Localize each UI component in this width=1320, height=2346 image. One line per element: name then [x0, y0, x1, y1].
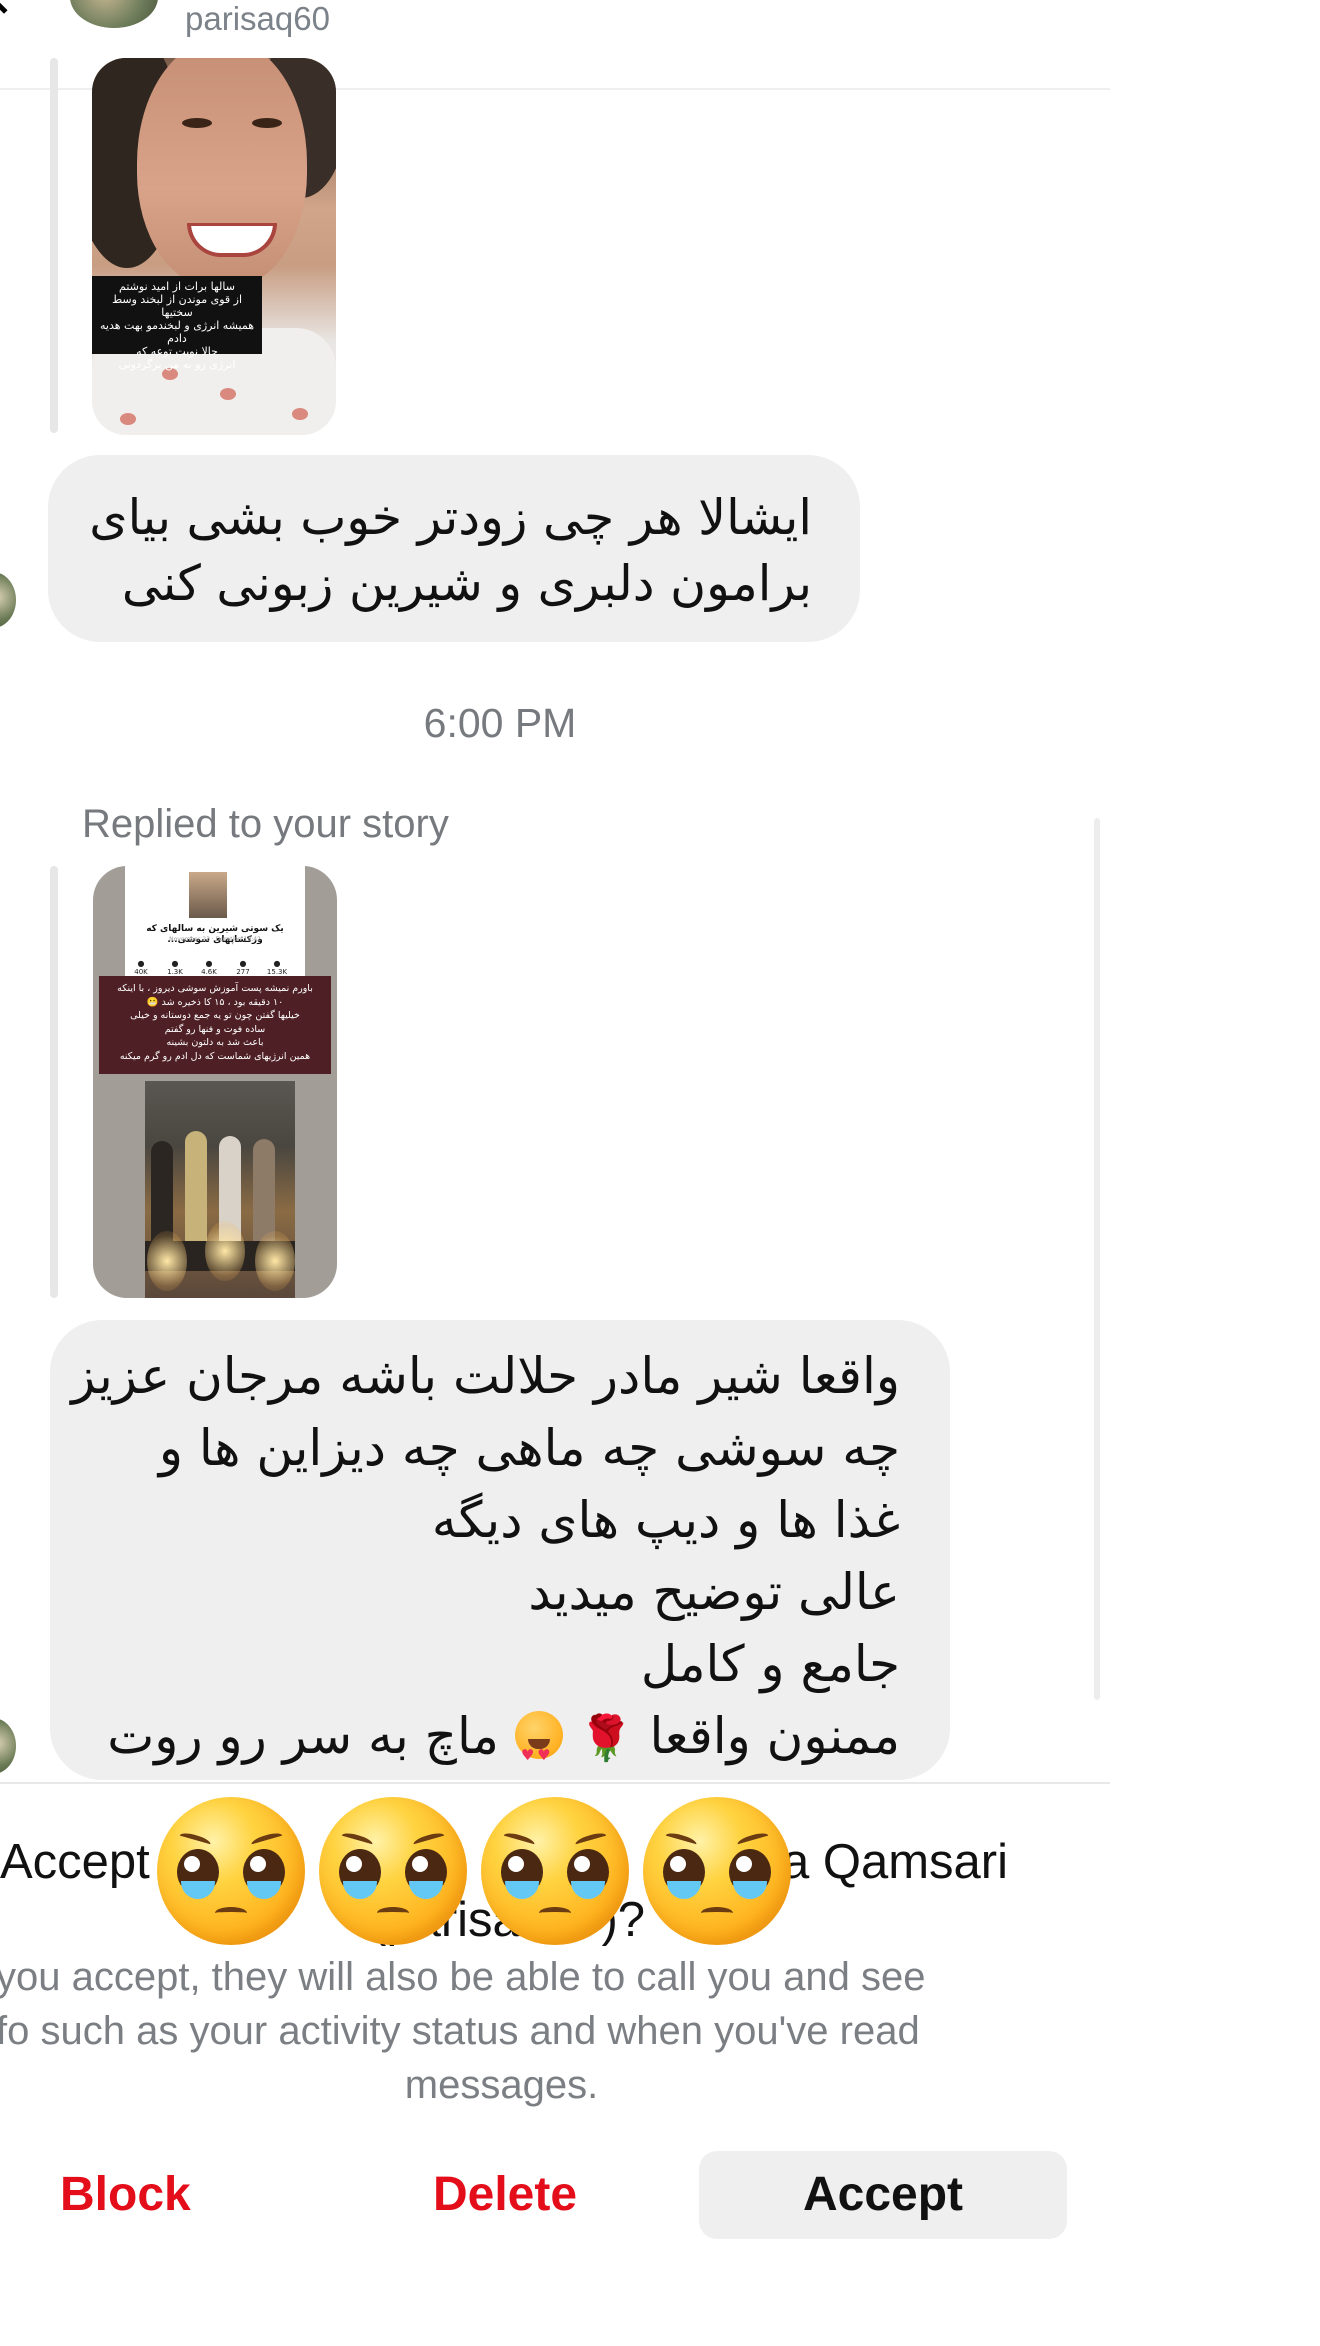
message-line: واقعا شیر مادر حلالت باشه مرجان عزیز [71, 1347, 900, 1405]
sender-avatar[interactable] [0, 572, 16, 628]
request-title-end: a Qamsari [782, 1835, 1009, 1889]
request-description-line: you accept, they will also be able to ca… [0, 1955, 926, 1999]
message-line: ایشالا هر چی زودتر خوب بشی بیای [89, 489, 812, 546]
replied-to-story-label: Replied to your story [82, 802, 449, 846]
pleading-face-icon [319, 1797, 467, 1945]
pleading-face-icon [481, 1797, 629, 1945]
caption-line: حالا نوبت توعه که [136, 345, 218, 358]
request-title-start: Accept [0, 1835, 150, 1889]
request-description-line: messages. [404, 2063, 599, 2107]
delete-button[interactable]: Delete [400, 2151, 610, 2239]
message-line: عالی توضیح میدید [528, 1563, 900, 1621]
message-text: ماچ به سر رو روت [107, 1707, 499, 1765]
thread-scrollbar[interactable] [1094, 818, 1100, 1700]
story-thumbnail[interactable]: یک سوتی شیرین به سالهای که ورکشاپهای سوش… [93, 866, 337, 1298]
message-bubble[interactable]: ایشالا هر چی زودتر خوب بشی بیای برامون د… [48, 455, 860, 642]
sender-avatar[interactable] [0, 1718, 16, 1774]
post-date: November 23 · Duration 19:42 [169, 936, 261, 943]
pleading-face-icon [643, 1797, 791, 1945]
message-line: چه سوشی چه ماهی چه دیزاین ها و [158, 1419, 900, 1477]
dm-request-screen: parisaq60 سالها برات از امید نوشتم از قو… [0, 0, 1110, 2346]
post-stat: 40K [127, 959, 155, 976]
story-thumbnail[interactable]: سالها برات از امید نوشتم از قوی موندن از… [92, 58, 336, 435]
composer-divider [0, 1782, 1110, 1784]
message-bubble[interactable]: واقعا شیر مادر حلالت باشه مرجان عزیز چه … [50, 1320, 950, 1791]
header-avatar[interactable] [70, 0, 158, 28]
heart-eyes-emoji-icon [514, 1711, 563, 1791]
banner-line: باورم نمیشه پست آموزش سوشی دیروز ، با ای… [117, 983, 313, 994]
banner-line: ساده فوت و فنها رو گفتم [164, 1023, 266, 1035]
banner-line: ۱۰ دقیقه بود ، ۱۵ کا ذخیره شد 😬 [146, 996, 284, 1008]
block-button[interactable]: Block [36, 2151, 236, 2239]
post-stat: 277 [229, 959, 257, 976]
story-reply-bar [50, 866, 58, 1298]
request-description-line: fo such as your activity status and when… [0, 2009, 920, 2053]
message-line: برامون دلبری و شیرین زبونی کنی [121, 555, 812, 612]
message-line: ممنون واقعا 🌹 ماچ به سر رو روت [82, 1700, 900, 1791]
banner-line: باعث شد به دلتون بشینه [166, 1037, 264, 1048]
message-line: غذا ها و دیپ های دیگه [431, 1491, 900, 1549]
post-image [189, 872, 227, 918]
header-username[interactable]: parisaq60 [185, 0, 330, 38]
caption-line: از قوی موندن از لبخند وسط سختیها [111, 293, 243, 319]
caption-line: انرژی رو به من برگردونی [118, 358, 236, 371]
pleading-face-icon [157, 1797, 305, 1945]
accept-button[interactable]: Accept [699, 2151, 1067, 2239]
message-timestamp: 6:00 PM [423, 700, 577, 746]
banner-line: همین انرژیهای شماست که دل ادم رو گرم میک… [119, 1050, 311, 1062]
back-chevron-icon[interactable] [0, 0, 24, 14]
caption-line: همیشه انرژی و لبخندمو بهت هدیه دادم [100, 319, 254, 345]
caption-line: سالها برات از امید نوشتم [119, 280, 235, 293]
story-text-banner: باورم نمیشه پست آموزش سوشی دیروز ، با ای… [99, 976, 331, 1074]
message-text: ممنون واقعا [649, 1707, 900, 1765]
banner-line: خیلیها گفتن چون تو یه جمع دوستانه و خیلی [130, 1010, 300, 1021]
story-caption: سالها برات از امید نوشتم از قوی موندن از… [92, 276, 262, 371]
post-stat: 1.3K [161, 959, 189, 976]
story-photo [145, 1081, 295, 1298]
post-stat: 4.6K [195, 959, 223, 976]
message-line: جامع و کامل [640, 1635, 900, 1693]
rose-icon: 🌹 [578, 1713, 634, 1764]
post-stat: 15.3K [263, 959, 291, 976]
story-reply-bar [50, 58, 58, 433]
